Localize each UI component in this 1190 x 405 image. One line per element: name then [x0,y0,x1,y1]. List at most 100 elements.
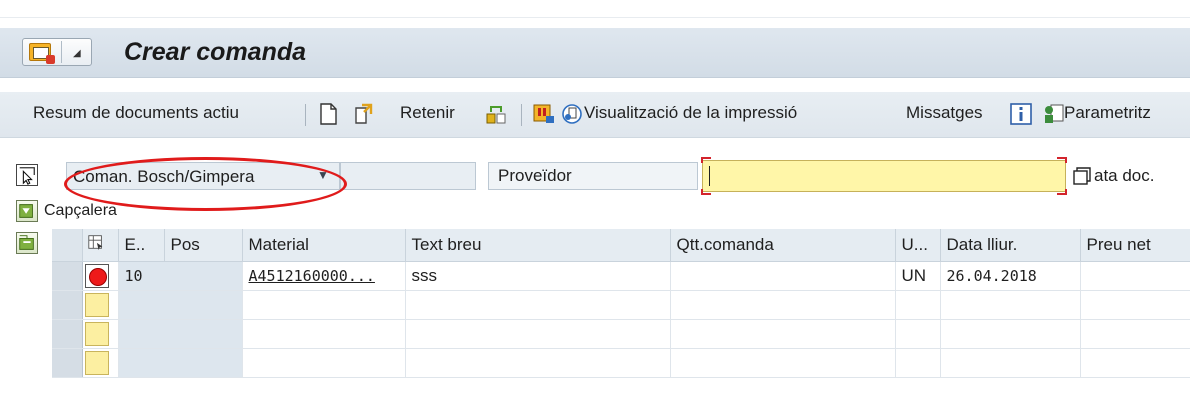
item-delivery-date[interactable]: 26.04.2018 [940,261,1081,291]
column-header-pos[interactable]: Pos [164,229,243,262]
table-row [52,348,1190,378]
order-type-dropdown[interactable]: Coman. Bosch/Gimpera ▼ [66,162,340,190]
item-material[interactable]: A4512160000... [242,261,406,291]
menu-separator [61,41,62,63]
item-unit[interactable] [895,290,941,320]
row-status-cell[interactable] [82,348,119,378]
item-unit[interactable]: UN [895,261,941,291]
empty-status-icon [84,350,109,375]
header-expand-button[interactable] [16,200,38,222]
toolbar-separator [305,104,306,126]
item-order-qty[interactable] [670,261,896,291]
row-selector[interactable] [52,261,83,291]
collapse-items-icon [19,235,34,250]
order-type-value: Coman. Bosch/Gimpera [73,167,255,186]
item-order-qty[interactable] [670,290,896,320]
vendor-label: Proveïdor [498,166,572,185]
column-header-short-text[interactable]: Text breu [405,229,671,262]
system-menu-button[interactable]: ◢ [22,38,92,66]
select-all-cell[interactable] [52,229,83,262]
error-status-icon [84,263,109,288]
item-material[interactable] [242,348,406,378]
expand-header-icon [19,204,33,218]
empty-status-icon [84,321,109,346]
item-order-qty[interactable] [670,319,896,349]
item-net-price[interactable] [1080,261,1190,291]
item-short-text[interactable] [405,319,671,349]
vendor-input[interactable] [701,157,1067,195]
title-bar: ◢ Crear comanda [0,28,1190,78]
column-header-material[interactable]: Material [242,229,406,262]
item-net-price[interactable] [1080,290,1190,320]
hold-button[interactable]: Retenir [400,103,455,123]
item-short-text[interactable] [405,290,671,320]
row-status-cell[interactable] [82,290,119,320]
item-material[interactable] [242,290,406,320]
settings-button[interactable]: Parametritz [1064,103,1151,123]
items-collapse-button[interactable] [16,232,38,254]
item-net-price[interactable] [1080,319,1190,349]
page-title: Crear comanda [124,38,307,66]
item-delivery-date[interactable] [940,348,1081,378]
item-delivery-date[interactable] [940,319,1081,349]
print-preview-icon[interactable] [560,102,584,126]
focus-corner [701,157,711,163]
dropdown-arrow-icon: ◢ [73,48,81,59]
item-position[interactable] [118,348,243,378]
application-toolbar: Resum de documents actiu Retenir Visuali… [0,92,1190,138]
empty-status-icon [84,292,109,317]
toolbar-separator [521,104,522,126]
focus-corner [701,189,711,195]
order-type-extra-field[interactable] [340,162,476,190]
item-short-text[interactable]: sss [405,261,671,291]
grid-header-row: E.. Pos Material Text breu Qtt.comanda U… [52,229,1190,262]
item-position[interactable] [118,290,243,320]
table-row [52,319,1190,349]
menu-icon [29,43,55,64]
print-preview-button[interactable]: Visualització de la impressió [584,103,797,123]
item-material[interactable] [242,319,406,349]
header-section-label: Capçalera [44,202,117,219]
row-selector[interactable] [52,290,83,320]
table-row: 10 A4512160000... sss UN 26.04.2018 [52,261,1190,291]
item-order-qty[interactable] [670,348,896,378]
settings-icon[interactable] [1042,102,1066,126]
items-grid: E.. Pos Material Text breu Qtt.comanda U… [52,229,1190,378]
column-header-delivery-date[interactable]: Data lliur. [940,229,1081,262]
row-status-cell[interactable] [82,319,119,349]
open-document-icon[interactable] [352,102,376,126]
messages-button[interactable]: Missatges [906,103,983,123]
table-row [52,290,1190,320]
selection-cursor-icon[interactable] [16,164,38,186]
doc-date-toggle-icon[interactable] [1072,166,1092,186]
item-net-price[interactable] [1080,348,1190,378]
column-config-button[interactable] [82,229,119,262]
new-document-icon[interactable] [316,102,340,126]
item-position[interactable]: 10 [118,261,243,291]
header-form-row: Coman. Bosch/Gimpera ▼ Proveïdor ata doc… [0,156,1190,196]
check-icon[interactable] [532,102,556,126]
item-delivery-date[interactable] [940,290,1081,320]
item-position[interactable] [118,319,243,349]
doc-date-label: ata doc. [1094,166,1155,185]
row-status-cell[interactable] [82,261,119,291]
table-settings-icon [87,235,102,251]
text-cursor [709,166,710,186]
doc-overview-button[interactable]: Resum de documents actiu [33,103,239,123]
column-header-order-qty[interactable]: Qtt.comanda [670,229,896,262]
other-document-icon[interactable] [484,102,508,126]
row-selector[interactable] [52,348,83,378]
top-strip [0,0,1190,18]
column-header-unit[interactable]: U... [895,229,941,262]
item-unit[interactable] [895,348,941,378]
focus-corner [1057,157,1067,163]
cursor-icon [19,167,35,185]
item-unit[interactable] [895,319,941,349]
column-header-net-price[interactable]: Preu net [1080,229,1190,262]
focus-corner [1057,189,1067,195]
column-header-status[interactable]: E.. [118,229,165,262]
chevron-down-icon: ▼ [317,168,329,182]
row-selector[interactable] [52,319,83,349]
info-icon[interactable] [1009,102,1033,126]
item-short-text[interactable] [405,348,671,378]
